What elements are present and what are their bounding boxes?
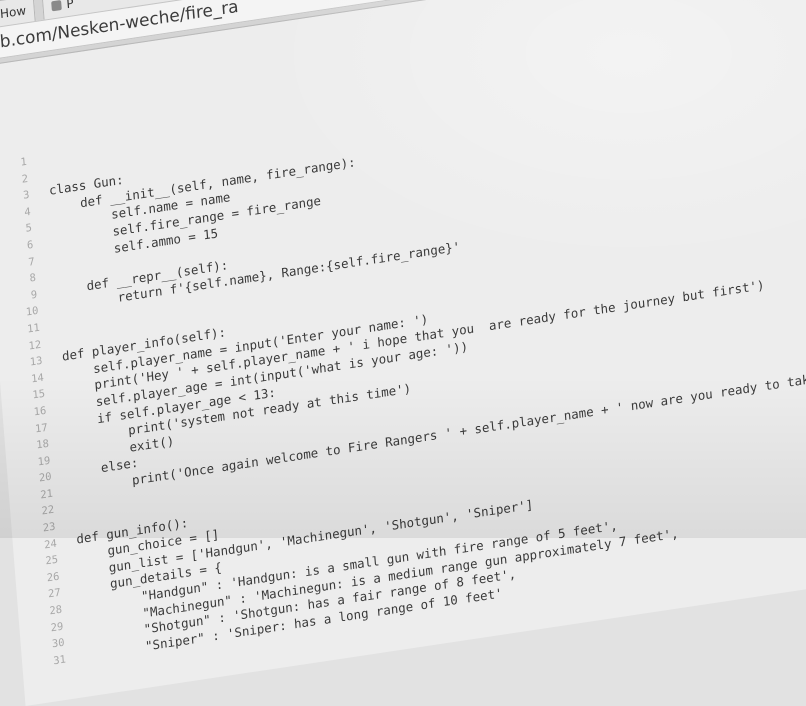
tab-label: P: [65, 0, 75, 12]
code-area[interactable]: 1 2 3 class Gun: 4 def __init__(self, name, …: [0, 19, 806, 674]
github-favicon-icon: [51, 0, 62, 12]
tab-label: How: [0, 3, 27, 22]
screen-photo: 1 2 3 class Gun: 4 def __init__(self, name, …: [0, 0, 806, 706]
line-number: 31: [52, 653, 67, 668]
code-editor[interactable]: 1 2 3 class Gun: 4 def __init__(self, name, …: [0, 0, 806, 706]
